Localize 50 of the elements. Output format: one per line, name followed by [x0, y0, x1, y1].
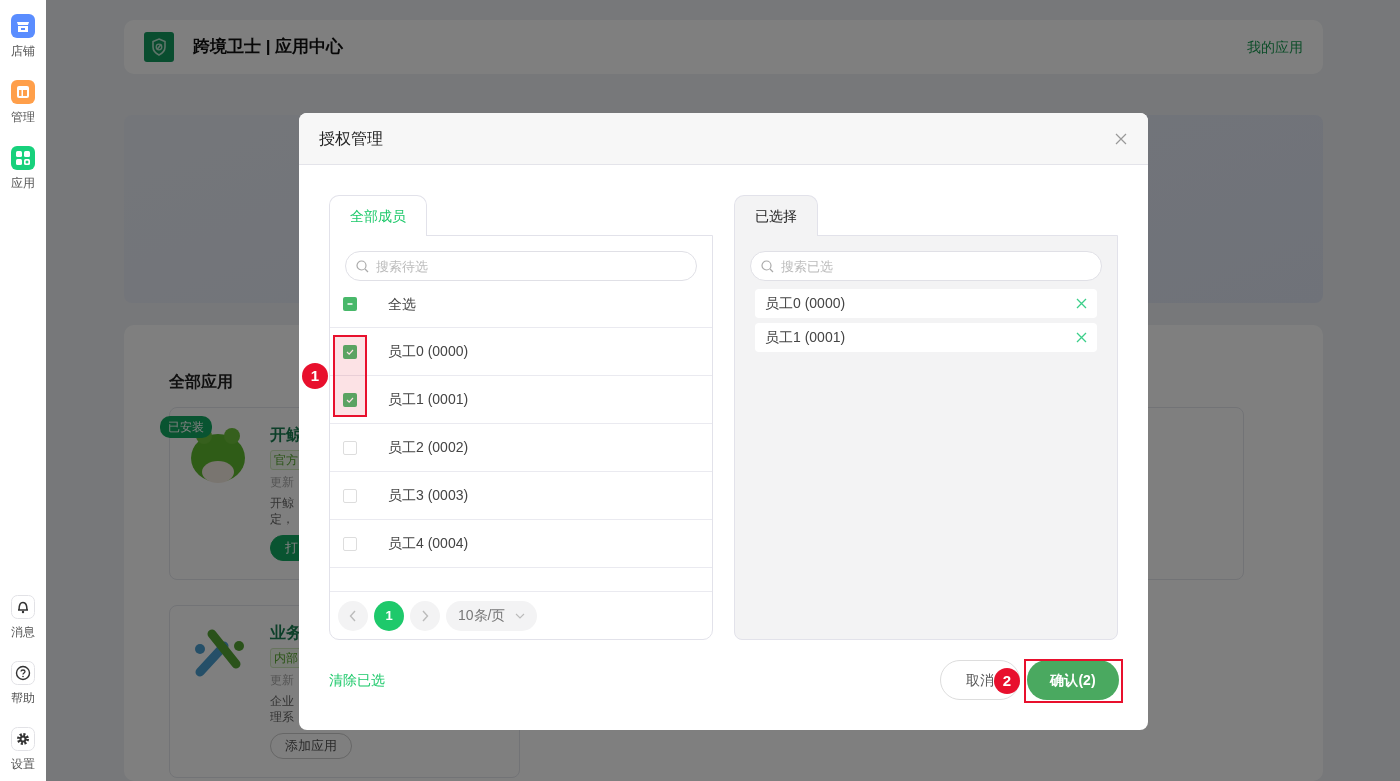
member-name: 员工4 (0004)	[388, 534, 469, 553]
previous-page-button[interactable]	[338, 600, 368, 631]
sidebar-item[interactable]: 设置	[11, 727, 35, 773]
page-size-select[interactable]: 10条/页	[446, 600, 538, 631]
select-all-label: 全选	[388, 294, 416, 314]
checkbox[interactable]	[343, 297, 357, 311]
app-description: 开鲸 定，	[270, 495, 294, 527]
checkbox[interactable]	[343, 392, 357, 407]
member-name: 员工1 (0001)	[388, 390, 469, 409]
chevron-icon	[421, 609, 429, 622]
app-description: 企业 理系	[270, 693, 294, 725]
member-name: 员工0 (0000)	[388, 342, 469, 361]
sidebar-item[interactable]: 店铺	[11, 14, 35, 60]
search-icon	[356, 260, 369, 273]
caret-icon	[515, 612, 526, 619]
next-page-button[interactable]	[410, 600, 440, 631]
shield-icon	[144, 32, 174, 62]
remove-icon[interactable]	[1076, 298, 1087, 309]
member-name: 员工0 (0000)	[765, 294, 846, 313]
checkbox[interactable]	[343, 536, 357, 551]
help-icon	[11, 661, 35, 685]
close-icon[interactable]	[1114, 131, 1128, 146]
remove-icon[interactable]	[1076, 332, 1087, 343]
app-title: 跨境卫士 | 应用中心	[193, 36, 344, 59]
dialog-title: 授权管理	[319, 128, 383, 149]
app-tag: 内部	[270, 648, 302, 668]
member-name: 员工1 (0001)	[765, 328, 846, 347]
bell-icon	[11, 595, 35, 619]
sidebar-item[interactable]: 应用	[11, 146, 35, 192]
add-app-button[interactable]: 添加应用	[270, 733, 352, 759]
checkbox[interactable]	[343, 344, 357, 359]
checkbox[interactable]	[343, 488, 357, 503]
installed-badge: 已安装	[160, 416, 212, 438]
sidebar-item[interactable]: 管理	[11, 80, 35, 126]
step-marker: 1	[302, 363, 328, 389]
sidebar-item[interactable]: 消息	[11, 595, 35, 641]
search-field[interactable]: 搜索已选	[750, 251, 1102, 281]
checkbox[interactable]	[343, 440, 357, 455]
app-tag: 官方	[270, 450, 302, 470]
chevron-icon	[349, 609, 357, 622]
step-marker: 2	[994, 668, 1020, 694]
member-name: 员工2 (0002)	[388, 438, 469, 457]
search-field[interactable]: 搜索待选	[345, 251, 697, 281]
selected-tab[interactable]: 已选择	[734, 195, 818, 236]
section-title: 全部应用	[169, 372, 233, 392]
sidebar-item[interactable]: 帮助	[11, 661, 35, 707]
member-name: 员工3 (0003)	[388, 486, 469, 505]
settings-icon	[11, 727, 35, 751]
search-icon	[761, 260, 774, 273]
app-name: 业务	[270, 623, 302, 643]
